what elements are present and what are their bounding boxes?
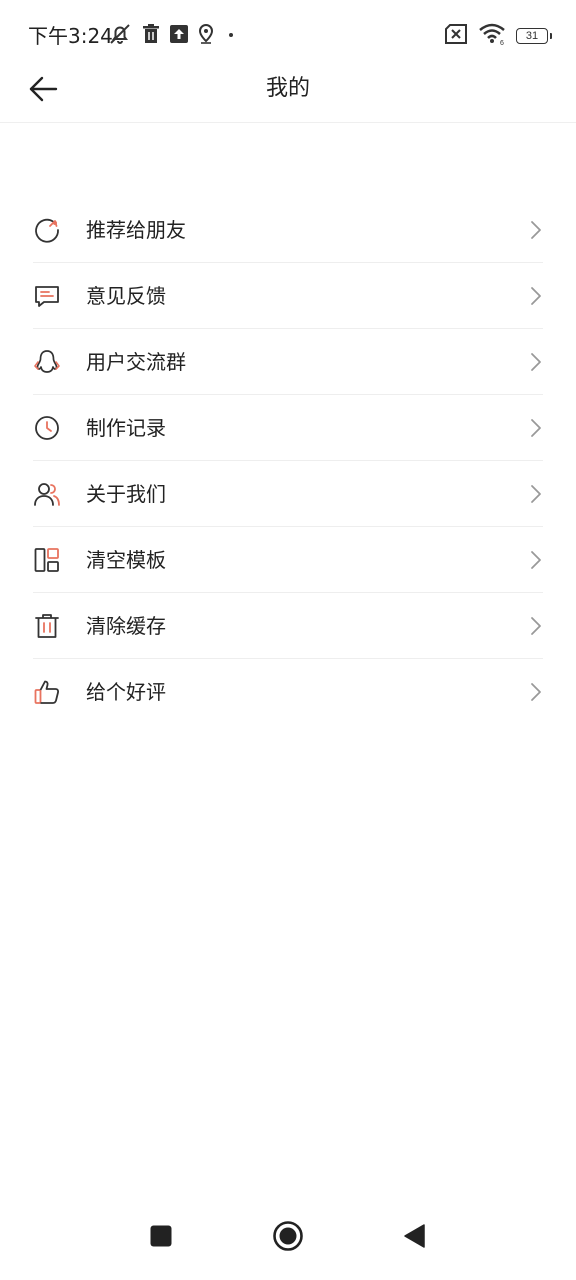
recents-square-icon [150, 1225, 172, 1247]
menu-item-recommend[interactable]: 推荐给朋友 [33, 197, 543, 263]
feedback-message-icon [33, 282, 61, 310]
share-refresh-icon [33, 216, 61, 244]
dot-icon [224, 27, 238, 46]
battery-icon: 31 [516, 28, 552, 44]
battery-level: 31 [525, 30, 539, 42]
chevron-right-icon [531, 616, 541, 635]
status-time: 下午3:24 [28, 24, 113, 48]
menu-label: 意见反馈 [86, 283, 166, 308]
header: 我的 [0, 56, 576, 123]
home-button[interactable] [268, 1216, 308, 1256]
menu-item-clear-cache[interactable]: 清除缓存 [33, 593, 543, 659]
menu-label: 推荐给朋友 [86, 217, 186, 242]
chevron-right-icon [531, 484, 541, 503]
chevron-right-icon [531, 286, 541, 305]
menu-item-about[interactable]: 关于我们 [33, 461, 543, 527]
chevron-right-icon [531, 418, 541, 437]
menu-list: 推荐给朋友 意见反馈 用户交流群 制作记录 关于我们 清空模板 清除缓存 给个好… [33, 197, 543, 725]
notifications-muted-icon [108, 22, 132, 50]
chevron-right-icon [531, 683, 541, 701]
page-title: 我的 [265, 76, 310, 101]
location-icon [198, 23, 214, 48]
menu-item-feedback[interactable]: 意见反馈 [33, 263, 543, 329]
recents-button[interactable] [141, 1216, 181, 1256]
template-layout-icon [33, 546, 61, 574]
menu-label: 制作记录 [86, 415, 166, 440]
upload-icon [170, 25, 188, 47]
status-icons-left [108, 22, 238, 50]
chevron-right-icon [531, 220, 541, 239]
menu-item-history[interactable]: 制作记录 [33, 395, 543, 461]
sim-missing-icon [444, 24, 468, 48]
system-back-button[interactable] [394, 1216, 434, 1256]
back-triangle-icon [404, 1224, 425, 1248]
chevron-right-icon [531, 550, 541, 569]
menu-label: 给个好评 [86, 680, 166, 704]
menu-item-clear-templates[interactable]: 清空模板 [33, 527, 543, 593]
chevron-right-icon [531, 352, 541, 371]
menu-label: 关于我们 [86, 481, 166, 506]
users-icon [33, 480, 61, 508]
home-circle-icon [273, 1221, 303, 1251]
trash-icon [33, 612, 61, 640]
wifi-icon: 6 [478, 23, 506, 49]
menu-label: 清空模板 [86, 547, 166, 572]
menu-item-user-group[interactable]: 用户交流群 [33, 329, 543, 395]
menu-label: 用户交流群 [86, 349, 186, 374]
trash-icon [142, 24, 160, 48]
svg-text:6: 6 [500, 40, 504, 45]
thumbs-up-icon [33, 678, 61, 706]
menu-label: 清除缓存 [86, 613, 166, 638]
clock-icon [33, 414, 61, 442]
status-icons-right: 6 31 [444, 23, 552, 49]
menu-item-rate[interactable]: 给个好评 [33, 659, 543, 725]
system-nav-bar [0, 1200, 576, 1280]
qq-penguin-icon [33, 348, 61, 376]
